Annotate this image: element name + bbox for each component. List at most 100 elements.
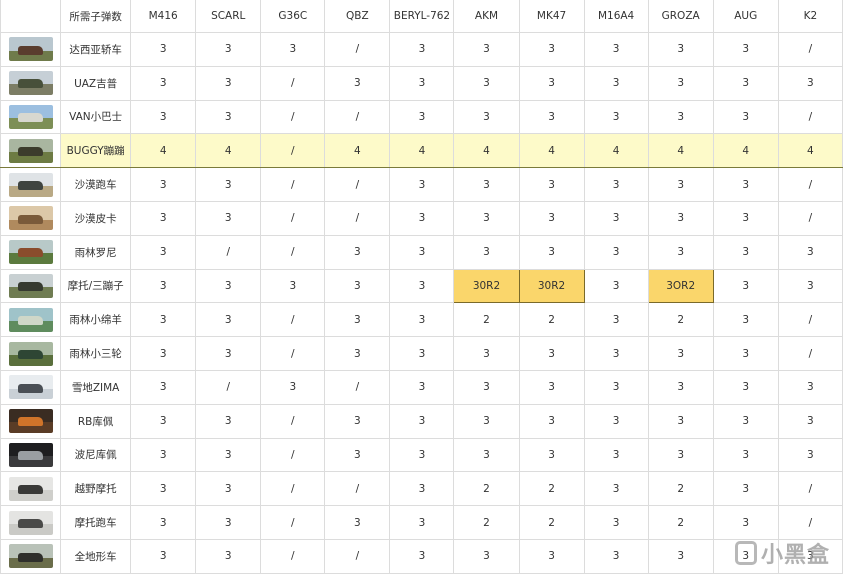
thumb-cell — [0, 403, 62, 439]
ammo-count-cell: / — [324, 32, 391, 67]
vehicle-name: 摩托/三蹦子 — [60, 268, 132, 304]
dirt-bike-icon — [8, 476, 53, 501]
ammo-count-cell: 2 — [518, 505, 585, 540]
ammo-count-cell: 3 — [777, 403, 844, 439]
ammo-count-cell: 3 — [130, 99, 197, 135]
ammo-count-cell: 3 — [518, 99, 585, 135]
ammo-count-cell: 3OR2 — [647, 268, 714, 304]
ammo-count-cell: / — [195, 234, 262, 270]
ammo-count-cell: / — [260, 302, 326, 338]
ammo-count-cell: 3 — [453, 200, 520, 236]
ammo-count-cell: 3 — [583, 167, 649, 202]
zima-icon — [8, 375, 53, 400]
ammo-count-cell: 3 — [647, 437, 714, 473]
ammo-table-sheet: 所需子弹数 M416 SCARL G36C QBZ BERYL-762 AKM … — [0, 0, 844, 575]
ammo-count-cell: / — [777, 302, 844, 338]
ammo-count-cell: 3 — [324, 336, 391, 371]
table-row: 雪地ZIMA 3/3/3 3 3 3 3 3 3 — [0, 369, 844, 405]
ammo-count-cell: 3 — [324, 268, 391, 304]
ammo-count-cell: 3 — [389, 32, 455, 67]
vehicle-name: 沙漠皮卡 — [60, 200, 132, 236]
ammo-count-cell: 3 — [647, 403, 714, 439]
ammo-count-cell: 3 — [518, 538, 585, 574]
vehicle-name: RB库佩 — [60, 403, 132, 439]
sport-bike-icon — [8, 510, 53, 535]
header-weapon: BERYL-762 — [389, 0, 455, 33]
ammo-count-cell: 3 — [195, 471, 262, 507]
ammo-count-cell: / — [260, 403, 326, 439]
vehicle-name: BUGGY蹦蹦 — [60, 133, 132, 169]
ammo-count-cell: 3 — [518, 65, 585, 101]
vehicle-name: 雨林小三轮 — [60, 336, 132, 371]
ammo-count-cell: 3 — [195, 336, 262, 371]
ammo-count-cell: / — [260, 167, 326, 202]
ammo-count-cell: 3 — [195, 302, 262, 338]
ammo-count-cell: 3 — [389, 505, 455, 540]
ammo-count-cell: 3 — [453, 234, 520, 270]
ammo-count-cell: 3 — [389, 65, 455, 101]
ammo-count-cell: 3 — [453, 99, 520, 135]
thumb-cell — [0, 437, 62, 473]
ammo-count-cell: 3 — [130, 234, 197, 270]
ammo-count-cell: 3 — [195, 200, 262, 236]
ammo-count-cell: / — [777, 167, 844, 202]
ammo-count-cell: 3 — [583, 32, 649, 67]
thumb-cell — [0, 336, 62, 371]
ammo-count-cell: 3 — [647, 167, 714, 202]
buggy-icon — [8, 138, 53, 163]
ammo-count-cell: 3 — [389, 471, 455, 507]
ammo-count-cell: 4 — [712, 133, 779, 169]
table-row: 波尼库佩 3 3/3 3 3 3 3 3 3 3 — [0, 437, 844, 473]
ammo-count-cell: 2 — [647, 302, 714, 338]
ammo-count-cell: 4 — [453, 133, 520, 169]
ammo-count-cell: 3 — [583, 437, 649, 473]
ammo-count-cell: 3 — [389, 234, 455, 270]
ammo-count-cell: 2 — [518, 302, 585, 338]
ammo-count-cell: / — [260, 336, 326, 371]
ammo-count-cell: 4 — [324, 133, 391, 169]
coupe-rb-icon — [8, 409, 53, 434]
desert-pickup-icon — [8, 206, 53, 231]
ammo-count-cell: 3 — [195, 167, 262, 202]
ammo-count-cell: 3 — [130, 302, 197, 338]
header-corner: 所需子弹数 — [60, 0, 132, 33]
ammo-count-cell: 3 — [389, 336, 455, 371]
ammo-count-cell: 4 — [777, 133, 844, 169]
watermark-text: 小黑盒 — [760, 543, 830, 568]
ammo-count-cell: 4 — [130, 133, 197, 169]
ammo-count-cell: 3 — [130, 268, 197, 304]
table-row: UAZ吉普 3 3/3 3 3 3 3 3 3 3 — [0, 65, 844, 101]
ammo-count-cell: 3 — [389, 99, 455, 135]
ammo-count-cell: 2 — [518, 471, 585, 507]
header-weapon: K2 — [777, 0, 844, 33]
ammo-count-cell: / — [777, 200, 844, 236]
ammo-count-cell: 3 — [518, 437, 585, 473]
ammo-count-cell: / — [324, 538, 391, 574]
vehicle-name: 达西亚轿车 — [60, 32, 132, 67]
ammo-count-cell: 3 — [712, 471, 779, 507]
ammo-count-cell: 3 — [777, 268, 844, 304]
header-weapon: QBZ — [324, 0, 391, 33]
ammo-count-cell: 3 — [712, 403, 779, 439]
thumb-cell — [0, 471, 62, 507]
ammo-count-cell: / — [777, 99, 844, 135]
watermark: 小黑盒 — [734, 537, 830, 569]
desert-car-icon — [8, 172, 53, 197]
table-row: 沙漠跑车 3 3//3 3 3 3 3 3/ — [0, 167, 844, 202]
ammo-count-cell: 3 — [453, 369, 520, 405]
ammo-count-cell: 3 — [389, 268, 455, 304]
ammo-count-cell: / — [260, 437, 326, 473]
xiaoheihe-logo-icon — [734, 541, 757, 565]
ammo-count-cell: 3 — [389, 403, 455, 439]
ammo-count-cell: 3 — [195, 32, 262, 67]
ammo-count-cell: 3 — [195, 505, 262, 540]
pony-coupe-icon — [8, 442, 53, 467]
atv-icon — [8, 544, 53, 569]
ammo-count-cell: / — [260, 65, 326, 101]
ammo-count-cell: / — [777, 336, 844, 371]
ammo-count-cell: 3 — [324, 505, 391, 540]
thumb-cell — [0, 538, 62, 574]
header-weapon: MK47 — [518, 0, 585, 33]
ammo-count-cell: 3 — [389, 167, 455, 202]
header-weapon: SCARL — [195, 0, 262, 33]
